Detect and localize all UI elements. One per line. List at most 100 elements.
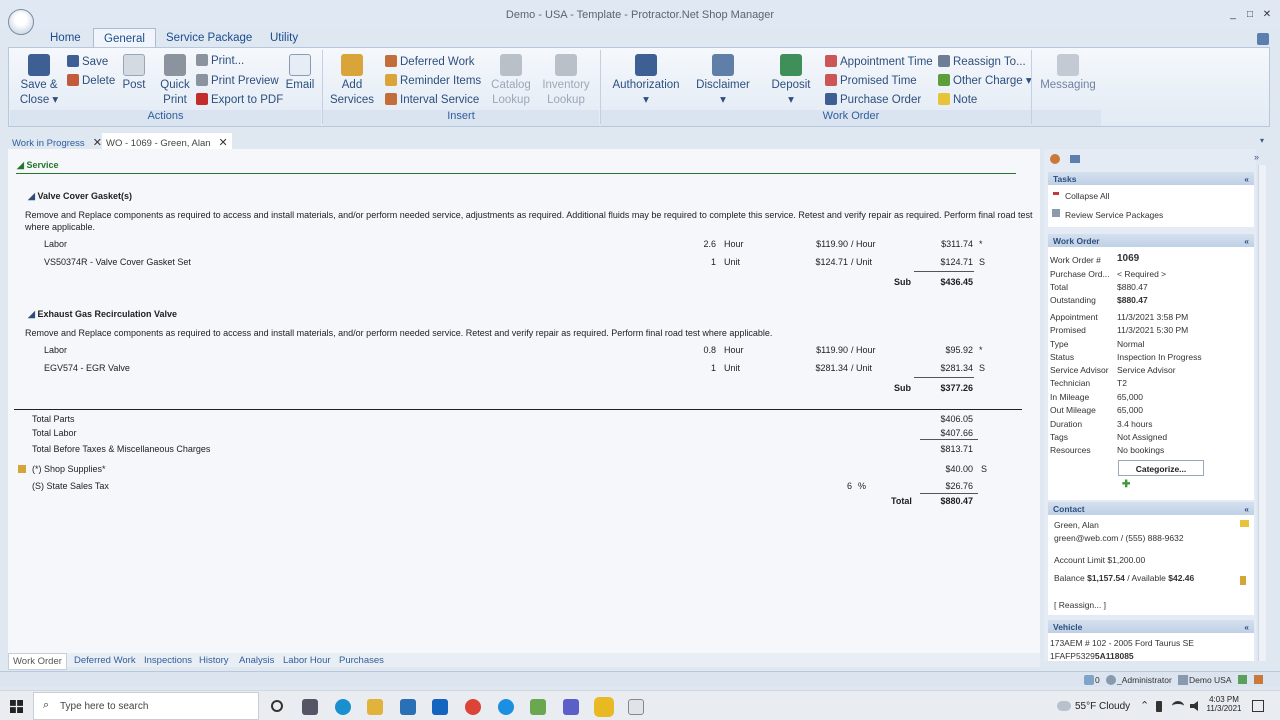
speaker-icon[interactable]	[1190, 701, 1198, 711]
service-item-title[interactable]: ◢ Exhaust Gas Recirculation Valve	[28, 309, 177, 320]
reassign-to-button[interactable]: Reassign To...	[938, 55, 1026, 69]
reassign-link[interactable]: [ Reassign... ]	[1054, 600, 1106, 610]
promised-time-button[interactable]: Promised Time	[825, 74, 917, 88]
line-description[interactable]: VS50374R - Valve Cover Gasket Set	[44, 257, 191, 267]
service-item-title[interactable]: ◢ Valve Cover Gasket(s)	[28, 191, 132, 202]
wifi-icon[interactable]	[1172, 701, 1184, 711]
close-button[interactable]: ✕	[1260, 9, 1274, 23]
document-taskbar-icon[interactable]	[628, 699, 644, 715]
grand-total-label: Total	[891, 496, 912, 506]
help-icon[interactable]	[1257, 33, 1269, 45]
purchase-order-button[interactable]: Purchase Order	[825, 93, 921, 107]
tab-work-order[interactable]: Work Order	[8, 653, 67, 670]
app-icon[interactable]	[498, 699, 514, 715]
categorize-button[interactable]: Categorize...	[1118, 460, 1204, 476]
tab-inspections[interactable]: Inspections	[140, 653, 196, 668]
deferred-work-button[interactable]: Deferred Work	[385, 55, 475, 69]
document-icon	[123, 54, 145, 76]
contact-header[interactable]: Contact «	[1048, 502, 1254, 515]
restore-button[interactable]: □	[1243, 9, 1257, 23]
save-button[interactable]: Save	[67, 55, 108, 69]
user-icon[interactable]	[1050, 154, 1060, 164]
minimize-button[interactable]: _	[1226, 9, 1240, 23]
add-services-button[interactable]: Add Services	[327, 54, 377, 110]
edge-icon[interactable]	[335, 699, 351, 715]
interval-service-button[interactable]: Interval Service	[385, 93, 479, 107]
work-order-header[interactable]: Work Order «	[1048, 234, 1254, 247]
cortana-icon[interactable]	[271, 700, 283, 712]
note-button[interactable]: Note	[938, 93, 977, 107]
chrome-icon[interactable]	[465, 699, 481, 715]
line-per: / Unit	[851, 363, 873, 373]
service-section-header[interactable]: ◢ Service	[17, 160, 58, 171]
contact-name[interactable]: Green, Alan	[1054, 520, 1099, 530]
disclaimer-button[interactable]: Disclaimer ▾	[693, 54, 753, 110]
sync-icon[interactable]	[1084, 675, 1094, 685]
tab-deferred-work[interactable]: Deferred Work	[70, 653, 140, 668]
reminder-items-button[interactable]: Reminder Items	[385, 74, 481, 88]
deposit-button[interactable]: Deposit ▾	[765, 54, 817, 110]
appointment-time-button[interactable]: Appointment Time	[825, 55, 933, 69]
messaging-button[interactable]: Messaging	[1035, 54, 1101, 104]
tab-utility[interactable]: Utility	[260, 28, 308, 48]
other-charge-button[interactable]: Other Charge ▾	[938, 74, 1032, 88]
protractor-taskbar-icon[interactable]	[594, 697, 614, 717]
line-description[interactable]: Labor	[44, 239, 67, 249]
note-icon[interactable]	[1240, 520, 1249, 527]
mail-icon[interactable]	[400, 699, 416, 715]
vehicle-icon[interactable]	[1070, 155, 1080, 163]
authorization-button[interactable]: Authorization ▾	[606, 54, 686, 110]
catalog-lookup-button[interactable]: Catalog Lookup	[487, 54, 535, 110]
clock[interactable]: 4:03 PM 11/3/2021	[1206, 695, 1242, 713]
print-button[interactable]: Print...	[196, 54, 244, 68]
email-button[interactable]: Email	[283, 54, 317, 104]
export-pdf-button[interactable]: Export to PDF	[196, 93, 283, 107]
add-icon[interactable]: ✚	[1122, 479, 1130, 490]
slack-icon[interactable]	[530, 699, 546, 715]
delete-button[interactable]: Delete	[67, 74, 115, 88]
side-panel-scrollbar[interactable]	[1258, 165, 1266, 661]
file-explorer-icon[interactable]	[367, 699, 383, 715]
tab-service-package[interactable]: Service Package	[156, 28, 262, 48]
post-button[interactable]: Post	[117, 54, 151, 104]
tab-purchases[interactable]: Purchases	[335, 653, 388, 668]
purchase-order-field[interactable]: < Required >	[1117, 269, 1166, 279]
vehicle-line[interactable]: 173AEM # 102 - 2005 Ford Taurus SE	[1050, 638, 1194, 648]
panel-expand-icon[interactable]: »	[1254, 152, 1259, 162]
alert-icon[interactable]	[1254, 675, 1263, 684]
tab-history[interactable]: History	[195, 653, 233, 668]
line-description[interactable]: Labor	[44, 345, 67, 355]
contact-info[interactable]: green@web.com / (555) 888-9632	[1054, 533, 1184, 543]
collapse-icon	[1053, 192, 1059, 195]
show-hidden-icons-icon[interactable]: ⌃	[1140, 699, 1149, 712]
review-service-packages-link[interactable]: Review Service Packages	[1065, 210, 1163, 220]
shop-supplies-label[interactable]: (*) Shop Supplies*	[32, 464, 106, 474]
tab-home[interactable]: Home	[40, 28, 91, 48]
group-label-work-order: Work Order	[601, 110, 1101, 126]
task-view-icon[interactable]	[302, 699, 318, 715]
battery-icon[interactable]	[1156, 701, 1162, 712]
floppy-disk-icon	[28, 54, 50, 76]
tab-work-in-progress[interactable]: Work in Progress ✕	[8, 133, 106, 149]
inventory-lookup-button[interactable]: Inventory Lookup	[539, 54, 593, 110]
windows-start-icon[interactable]	[10, 700, 23, 713]
outlook-icon[interactable]	[432, 699, 448, 715]
tab-labor-hour[interactable]: Labor Hour	[279, 653, 335, 668]
line-description[interactable]: EGV574 - EGR Valve	[44, 363, 130, 373]
tab-list-chevron-icon[interactable]: ▾	[1260, 136, 1264, 145]
print-preview-button[interactable]: Print Preview	[196, 74, 279, 88]
app-logo-icon[interactable]	[8, 9, 34, 35]
vehicle-header[interactable]: Vehicle «	[1048, 620, 1254, 633]
collapse-all-link[interactable]: Collapse All	[1065, 191, 1109, 201]
taskbar-search-box[interactable]: ⌕ Type here to search	[33, 692, 259, 720]
tab-work-order-1069[interactable]: WO - 1069 - Green, Alan ✕	[102, 133, 232, 149]
save-close-button[interactable]: Save & Close ▾	[15, 54, 63, 110]
weather-text[interactable]: 55°F Cloudy	[1075, 701, 1130, 712]
tasks-header[interactable]: Tasks «	[1048, 172, 1254, 185]
notifications-icon[interactable]	[1252, 700, 1264, 712]
quick-print-button[interactable]: Quick Print	[155, 54, 195, 110]
tab-general[interactable]: General	[93, 28, 156, 48]
tab-analysis[interactable]: Analysis	[235, 653, 278, 668]
teams-icon[interactable]	[563, 699, 579, 715]
sales-tax-label[interactable]: (S) State Sales Tax	[32, 481, 109, 491]
